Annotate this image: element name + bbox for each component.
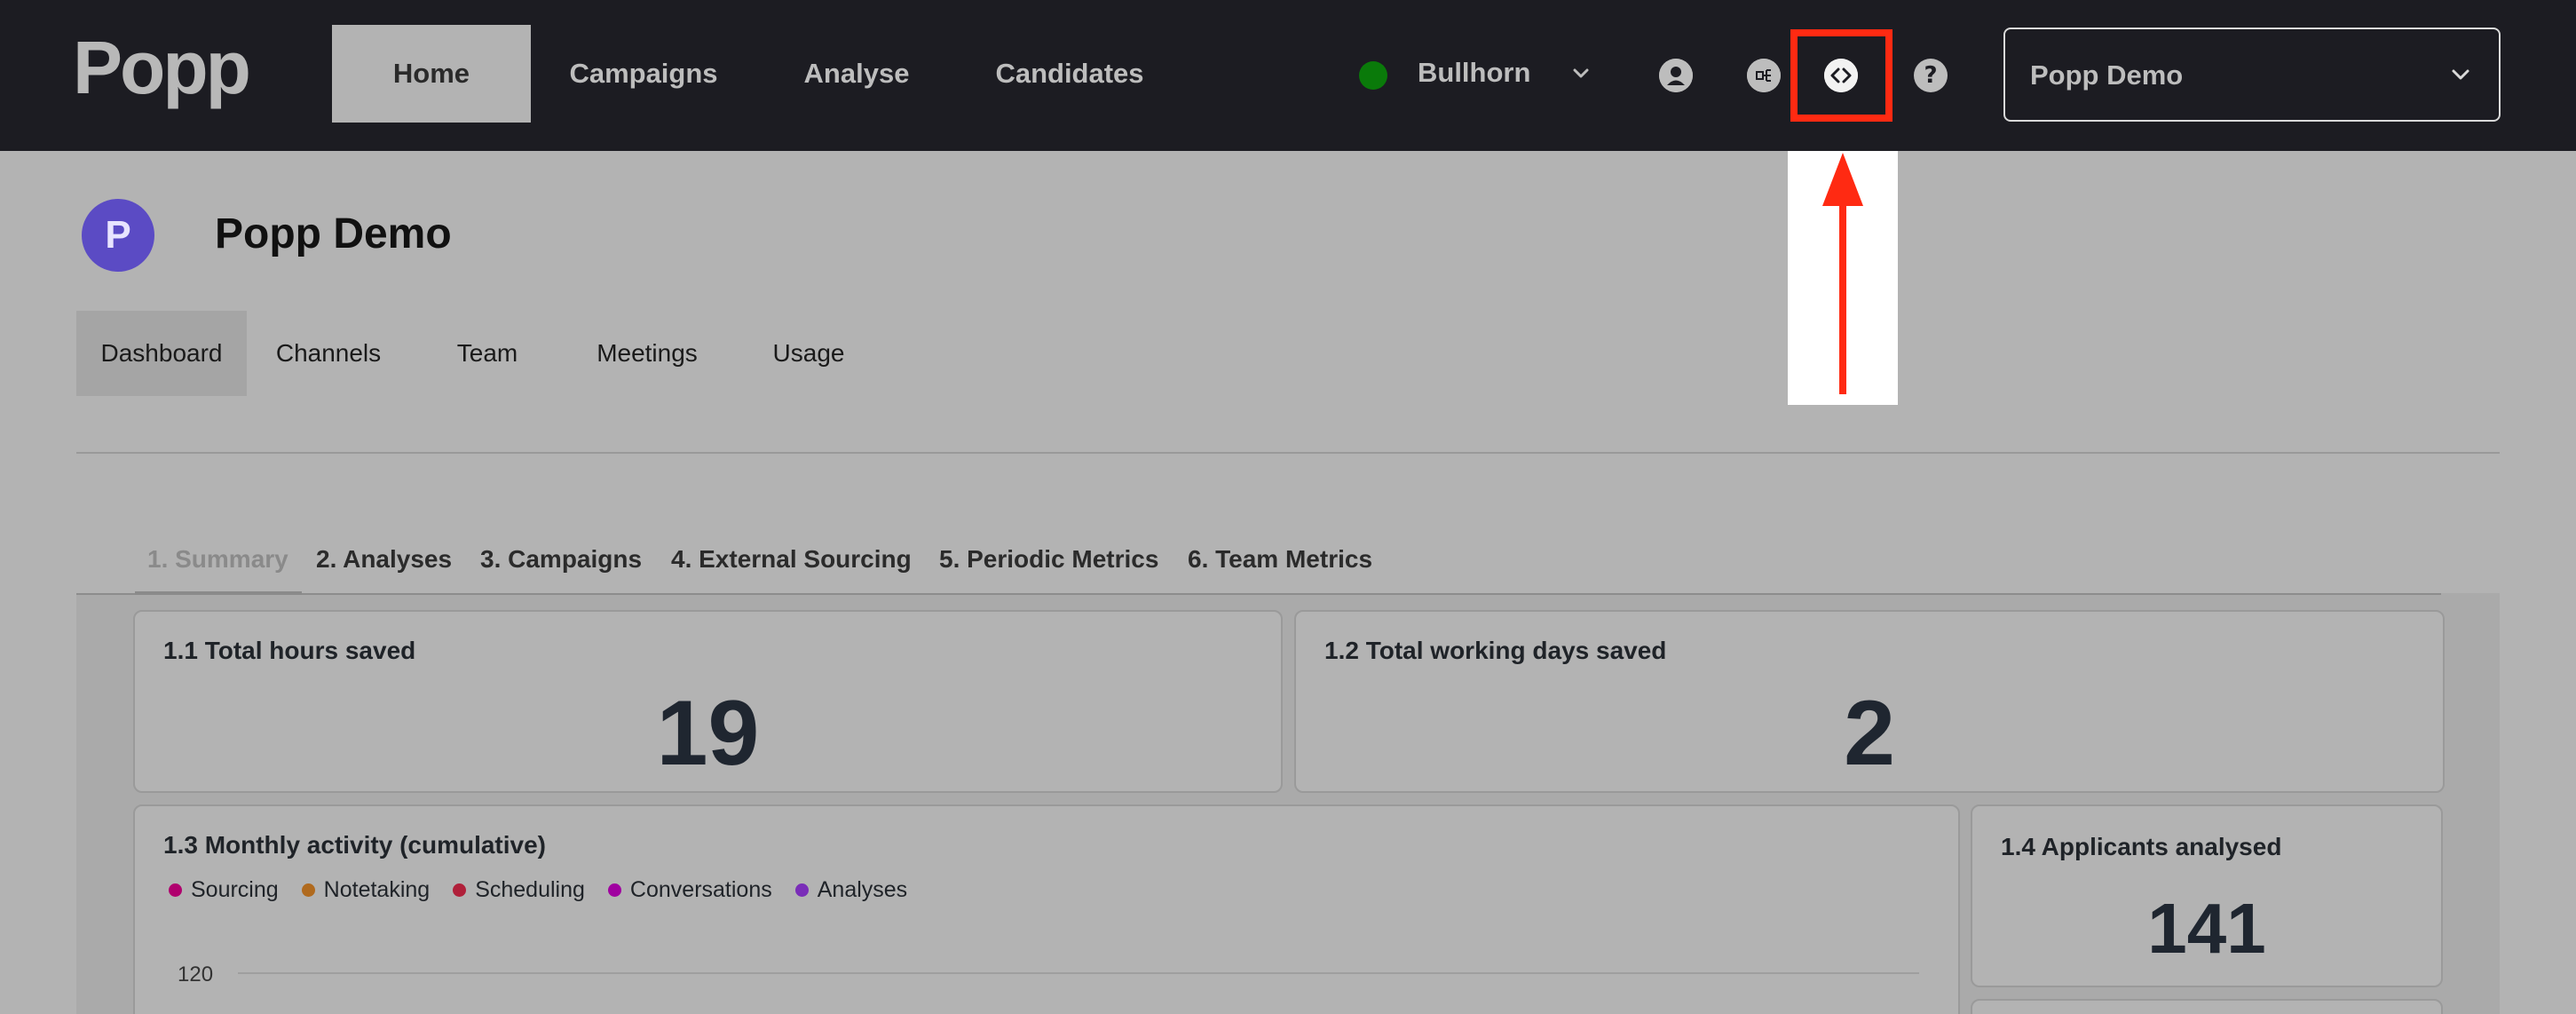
crm-status-dot	[1359, 61, 1387, 90]
legend-item-analyses[interactable]: Analyses	[794, 877, 908, 903]
card-total-working-days-saved: 1.2 Total working days saved 2	[1294, 610, 2445, 793]
section-tab-external-sourcing[interactable]: 4. External Sourcing	[671, 545, 912, 574]
legend-label: Sourcing	[191, 877, 279, 902]
highlight-annotation-box	[1790, 29, 1892, 122]
section-tab-periodic-metrics[interactable]: 5. Periodic Metrics	[939, 545, 1158, 574]
legend-dot	[607, 883, 621, 897]
integration-icon[interactable]	[1747, 59, 1781, 92]
legend-dot	[453, 883, 467, 897]
section-tab-analyses[interactable]: 2. Analyses	[316, 545, 452, 574]
section-tab-summary[interactable]: 1. Summary	[147, 545, 288, 574]
card-title: 1.4 Applicants analysed	[2001, 833, 2282, 860]
tab-dashboard[interactable]: Dashboard	[76, 311, 247, 396]
tab-meetings[interactable]: Meetings	[577, 311, 717, 396]
up-arrow-icon	[1822, 153, 1863, 394]
nav-home[interactable]: Home	[332, 25, 531, 123]
popp-logo[interactable]: Popp	[73, 25, 251, 111]
help-icon[interactable]: ?	[1914, 59, 1948, 92]
card-monthly-activity: 1.3 Monthly activity (cumulative) Sourci…	[133, 804, 1960, 1014]
legend-item-conversations[interactable]: Conversations	[607, 877, 772, 903]
card-title: 1.3 Monthly activity (cumulative)	[163, 831, 546, 859]
card-partial	[1971, 999, 2443, 1014]
chevron-down-icon[interactable]	[1568, 60, 1594, 87]
tab-channels[interactable]: Channels	[257, 311, 399, 396]
card-value: 141	[2147, 889, 2266, 968]
header-divider	[76, 452, 2500, 454]
legend-label: Conversations	[629, 877, 772, 902]
org-avatar: P	[82, 199, 154, 272]
nav-analyse[interactable]: Analyse	[781, 25, 932, 123]
section-tab-active-indicator	[135, 591, 302, 595]
arrow-annotation-panel	[1788, 151, 1898, 405]
nav-candidates[interactable]: Candidates	[976, 25, 1163, 123]
nav-campaigns[interactable]: Campaigns	[541, 25, 746, 123]
card-value: 19	[656, 682, 760, 785]
legend-label: Analyses	[817, 877, 908, 902]
account-selector-label: Popp Demo	[2030, 59, 2184, 91]
account-selector[interactable]: Popp Demo	[2003, 28, 2501, 122]
legend-dot	[169, 883, 182, 897]
legend-item-sourcing[interactable]: Sourcing	[169, 877, 279, 903]
card-title: 1.2 Total working days saved	[1324, 637, 1667, 664]
chart-grid-line	[238, 972, 1919, 974]
crm-selector-label[interactable]: Bullhorn	[1418, 57, 1530, 89]
legend-label: Notetaking	[323, 877, 431, 902]
legend-label: Scheduling	[475, 877, 585, 902]
section-tab-campaigns[interactable]: 3. Campaigns	[480, 545, 642, 574]
legend-item-scheduling[interactable]: Scheduling	[453, 877, 585, 903]
card-total-hours-saved: 1.1 Total hours saved 19	[133, 610, 1283, 793]
card-title: 1.1 Total hours saved	[163, 637, 416, 664]
top-navigation-bar: Popp Home Campaigns Analyse Candidates B…	[0, 0, 2576, 151]
section-tabs-divider	[76, 593, 2441, 595]
user-profile-icon[interactable]	[1659, 59, 1693, 92]
page-title: Popp Demo	[215, 210, 452, 257]
section-tab-team-metrics[interactable]: 6. Team Metrics	[1188, 545, 1372, 574]
legend-dot	[794, 883, 809, 897]
legend-dot	[301, 883, 315, 897]
legend-item-notetaking[interactable]: Notetaking	[301, 877, 431, 903]
card-value: 2	[1844, 682, 1895, 785]
tab-usage[interactable]: Usage	[756, 311, 861, 396]
chevron-down-icon	[2452, 69, 2469, 80]
chart-legend: Sourcing Notetaking Scheduling Conversat…	[169, 877, 907, 903]
tab-team[interactable]: Team	[435, 311, 540, 396]
y-axis-tick-label: 120	[178, 963, 214, 986]
card-applicants-analysed: 1.4 Applicants analysed 141	[1971, 804, 2443, 987]
